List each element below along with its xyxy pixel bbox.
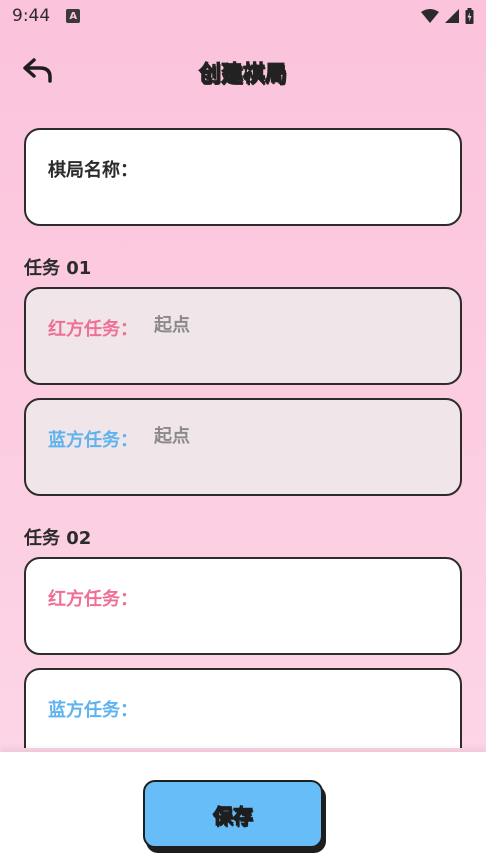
task-01-red-field[interactable]: 红方任务： 起点 [24, 287, 462, 385]
task-02-red-field[interactable]: 红方任务： [24, 557, 462, 655]
battery-icon [465, 8, 474, 24]
task-01-red-label: 红方任务： [48, 319, 138, 340]
task-01-red-value: 起点 [154, 315, 190, 336]
status-bar: 9:44 A [0, 0, 486, 32]
task-01-blue-label: 蓝方任务： [48, 430, 138, 451]
task-02-blue-field[interactable]: 蓝方任务： [24, 668, 462, 748]
wifi-icon [421, 9, 439, 23]
game-name-field[interactable]: 棋局名称： [24, 128, 462, 226]
status-icons [421, 8, 474, 24]
status-time: 9:44 [12, 6, 51, 26]
form-scroll-area[interactable]: 棋局名称： 任务 01 红方任务： 起点 蓝方任务： 起点 任务 02 红方任务… [0, 100, 486, 748]
bottom-bar: 保存 [0, 752, 486, 864]
task-01-title: 任务 01 [24, 258, 92, 279]
header: 创建棋局 [0, 48, 486, 92]
game-name-label: 棋局名称： [48, 160, 138, 181]
task-01-blue-value: 起点 [154, 426, 190, 447]
notification-icon: A [66, 9, 81, 23]
save-button[interactable]: 保存 [143, 780, 323, 848]
task-02-red-label: 红方任务： [48, 589, 138, 610]
task-02-title: 任务 02 [24, 528, 92, 549]
page-title: 创建棋局 [198, 62, 287, 88]
task-02-blue-label: 蓝方任务： [48, 700, 138, 721]
signal-icon [445, 9, 459, 23]
task-01-blue-field[interactable]: 蓝方任务： 起点 [24, 398, 462, 496]
